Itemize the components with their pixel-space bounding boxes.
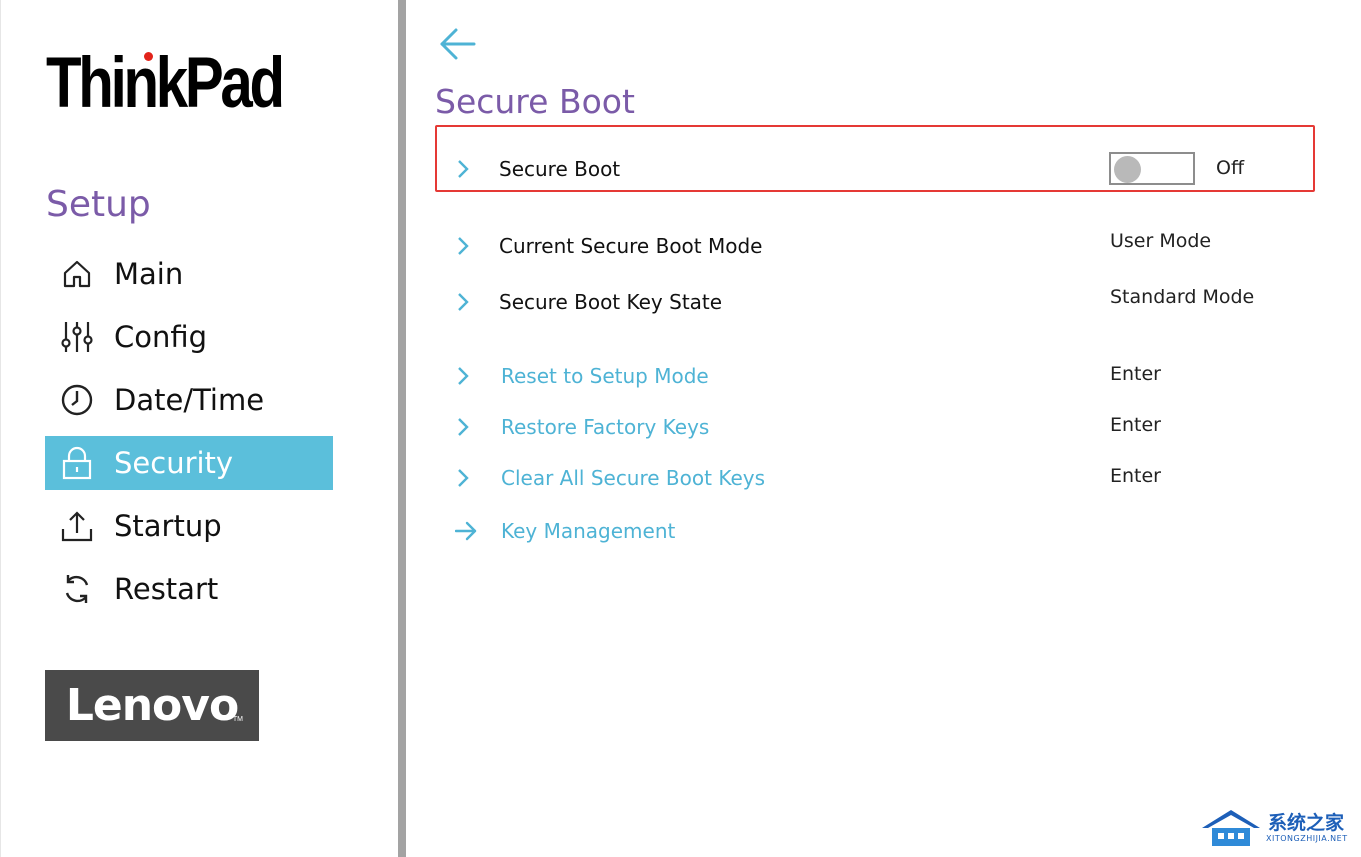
setting-row-restore-keys[interactable]: Restore Factory Keys [455, 412, 709, 442]
setting-link[interactable]: Clear All Secure Boot Keys [501, 466, 765, 490]
sidebar-nav: Main Config Date/Time Security Startup R… [45, 247, 333, 625]
sidebar: ThinkPad Setup Main Config Date/Time Sec… [0, 0, 398, 857]
toggle-state-label: Off [1216, 157, 1245, 179]
sidebar-item-label: Startup [114, 509, 222, 543]
lock-icon [60, 446, 94, 480]
enter-action[interactable]: Enter [1110, 414, 1161, 436]
page-title: Secure Boot [435, 82, 635, 121]
setting-row-reset-setup[interactable]: Reset to Setup Mode [455, 361, 709, 391]
setting-row-secure-boot[interactable]: Secure Boot [455, 154, 620, 184]
setting-link[interactable]: Key Management [501, 519, 675, 543]
sidebar-item-main[interactable]: Main [45, 247, 333, 301]
refresh-icon [60, 572, 94, 606]
sidebar-item-label: Main [114, 257, 184, 291]
setting-label: Current Secure Boot Mode [499, 234, 763, 258]
sidebar-item-label: Restart [114, 572, 219, 606]
setting-value: User Mode [1110, 230, 1212, 252]
clock-icon [60, 383, 94, 417]
brand-red-dot [144, 52, 153, 61]
sidebar-item-label: Security [114, 446, 234, 480]
thinkpad-logo: ThinkPad [46, 46, 334, 122]
sidebar-item-restart[interactable]: Restart [45, 562, 333, 616]
sidebar-item-config[interactable]: Config [45, 310, 333, 364]
setting-value: Standard Mode [1110, 286, 1255, 308]
chevron-right-icon [458, 367, 469, 385]
upload-icon [60, 509, 94, 543]
secure-boot-toggle[interactable] [1109, 152, 1195, 185]
toggle-knob [1114, 156, 1141, 183]
chevron-right-icon [458, 160, 469, 178]
enter-action[interactable]: Enter [1110, 363, 1161, 385]
lenovo-trademark: TM [232, 716, 243, 723]
lenovo-logo: Lenovo TM [45, 670, 259, 741]
sidebar-item-date-time[interactable]: Date/Time [45, 373, 333, 427]
setting-row-current-mode[interactable]: Current Secure Boot Mode [455, 231, 762, 261]
watermark: 系统之家 XITONGZHIJIA.NET [1198, 806, 1356, 852]
sidebar-item-security[interactable]: Security [45, 436, 333, 490]
sidebar-divider [398, 0, 406, 857]
setup-title: Setup [46, 184, 151, 225]
arrow-left-icon [440, 28, 476, 60]
setting-label: Secure Boot [499, 157, 621, 181]
sidebar-item-startup[interactable]: Startup [45, 499, 333, 553]
sidebar-item-label: Date/Time [114, 383, 265, 417]
sliders-icon [60, 320, 94, 354]
chevron-right-icon [458, 237, 469, 255]
back-button[interactable] [438, 24, 478, 64]
setting-row-key-state[interactable]: Secure Boot Key State [455, 287, 722, 317]
chevron-right-icon [458, 293, 469, 311]
lenovo-logo-text: Lenovo [65, 680, 239, 731]
setting-row-clear-keys[interactable]: Clear All Secure Boot Keys [455, 463, 765, 493]
setting-row-key-management[interactable]: Key Management [455, 516, 675, 546]
setting-label: Secure Boot Key State [499, 290, 723, 314]
chevron-right-icon [458, 418, 469, 436]
house-logo-icon [1202, 810, 1260, 846]
brand-name: ThinkPad [46, 44, 285, 123]
enter-action[interactable]: Enter [1110, 465, 1161, 487]
watermark-text: 系统之家 [1268, 812, 1345, 834]
chevron-right-icon [458, 469, 469, 487]
sidebar-item-label: Config [114, 320, 208, 354]
setting-link[interactable]: Reset to Setup Mode [501, 364, 709, 388]
setting-link[interactable]: Restore Factory Keys [501, 415, 709, 439]
watermark-url: XITONGZHIJIA.NET [1266, 834, 1348, 843]
home-icon [60, 257, 94, 291]
arrow-right-icon [455, 521, 477, 541]
